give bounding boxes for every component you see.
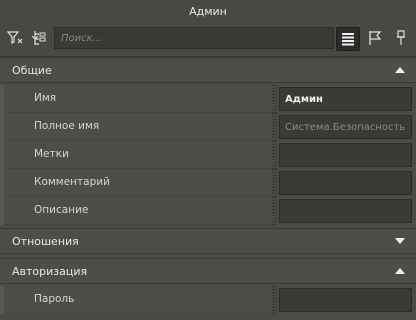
field-label-comment: Комментарий [34, 176, 110, 188]
field-row-tags: Метки [0, 141, 416, 169]
flag-icon [369, 31, 382, 45]
column-splitter[interactable] [272, 113, 277, 141]
chevron-up-icon[interactable] [394, 267, 406, 275]
field-label-full-name: Полное имя [34, 120, 100, 132]
search-input[interactable] [54, 27, 334, 49]
field-row-comment: Комментарий [0, 169, 416, 197]
list-view-icon [342, 33, 354, 46]
expand-tree-button[interactable] [28, 27, 50, 49]
column-splitter[interactable] [272, 197, 277, 225]
description-field[interactable] [279, 199, 412, 223]
column-splitter[interactable] [272, 141, 277, 169]
field-label-name: Имя [34, 92, 57, 104]
password-field[interactable] [279, 288, 412, 312]
chevron-down-icon[interactable] [394, 237, 406, 245]
column-splitter[interactable] [272, 169, 277, 197]
section-general-title: Общие [12, 63, 52, 77]
pin-button[interactable] [390, 27, 412, 49]
section-authorization-title: Авторизация [12, 264, 88, 278]
column-splitter[interactable] [272, 286, 277, 314]
pin-icon [397, 30, 405, 45]
window-title: Админ [0, 0, 416, 22]
section-relations-title: Отношения [12, 234, 79, 248]
filter-button[interactable] [4, 27, 26, 49]
field-row-password: Пароль [0, 286, 416, 314]
field-label-tags: Метки [34, 148, 69, 160]
field-label-description: Описание [34, 204, 89, 216]
chevron-up-icon[interactable] [394, 66, 406, 74]
section-general-header[interactable]: Общие [0, 57, 416, 83]
list-view-button[interactable] [336, 27, 360, 51]
field-row-name: Имя [0, 85, 416, 113]
flag-button[interactable] [364, 27, 386, 49]
field-row-description: Описание [0, 197, 416, 225]
full-name-field[interactable] [279, 115, 412, 139]
section-relations-header[interactable]: Отношения [0, 228, 416, 254]
field-label-password: Пароль [34, 293, 75, 305]
filter-icon [7, 31, 23, 44]
column-splitter[interactable] [272, 85, 277, 113]
toolbar [0, 22, 416, 57]
name-field[interactable] [279, 87, 412, 111]
field-row-full-name: Полное имя [0, 113, 416, 141]
tree-expand-icon [31, 31, 46, 45]
comment-field[interactable] [279, 171, 412, 195]
section-authorization-header[interactable]: Авторизация [0, 258, 416, 284]
tags-field[interactable] [279, 143, 412, 167]
